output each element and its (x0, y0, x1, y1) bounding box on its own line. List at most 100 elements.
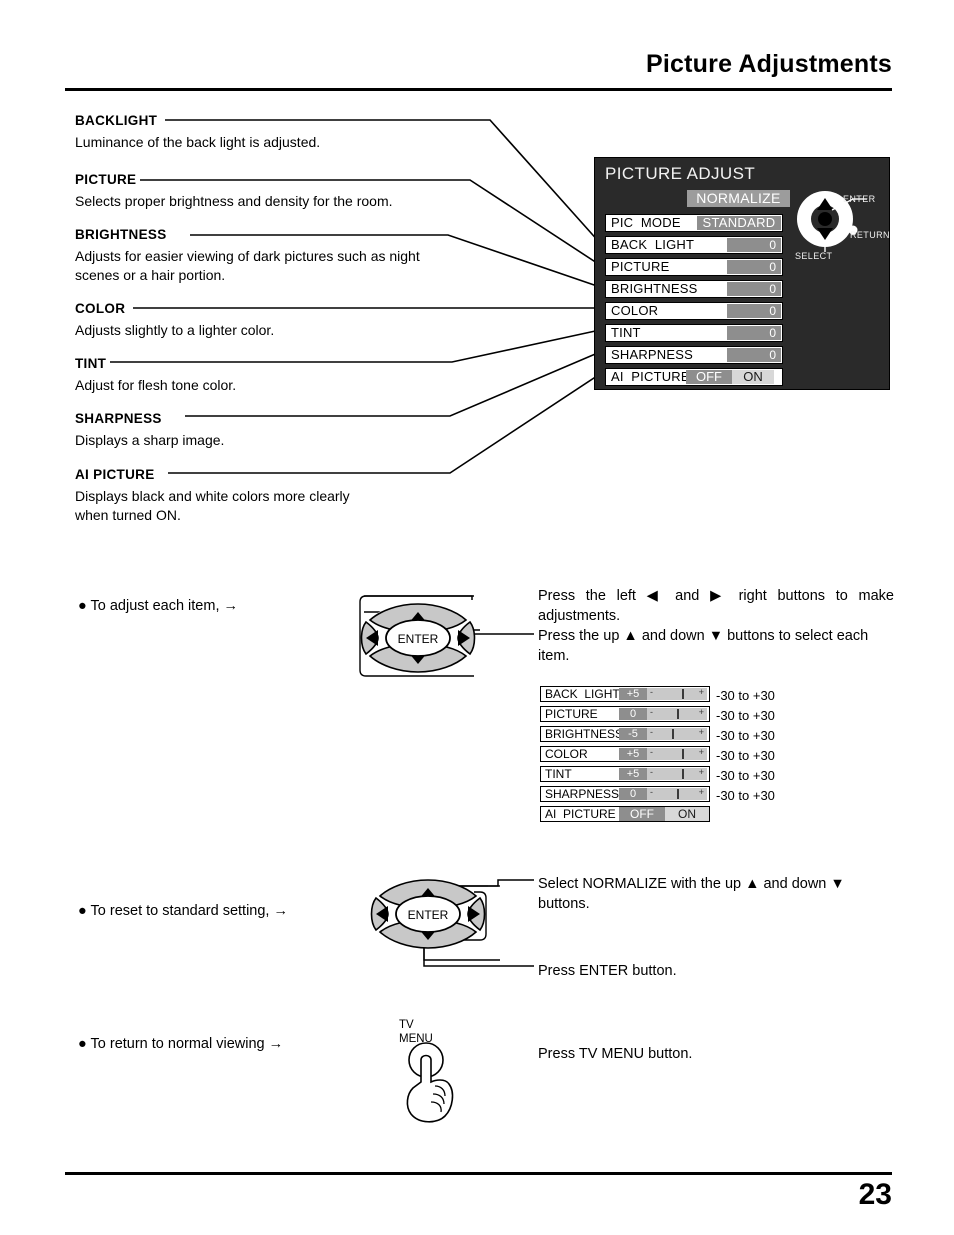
adjust-row-back-light[interactable]: BACK LIGHT +5 - + (540, 686, 710, 702)
step-bullet-reset-standard: ● To reset to standard setting, → (78, 903, 288, 919)
slider-knob[interactable] (681, 749, 684, 759)
slider-plus-icon: + (698, 707, 704, 717)
slider-minus-icon: - (650, 707, 653, 717)
adjust-range-color: -30 to +30 (716, 748, 775, 763)
manual-page: Picture Adjustments BACKLIGHT Luminance … (0, 0, 954, 1235)
osd-row-picture[interactable]: PICTURE 0 (605, 258, 783, 276)
slider-minus-icon: - (650, 747, 653, 757)
adjust-row-color[interactable]: COLOR +5 - + (540, 746, 710, 762)
adjust-row-slider[interactable]: - + (647, 707, 707, 720)
osd-row-value: 0 (727, 238, 781, 252)
slider-knob[interactable] (681, 689, 684, 699)
instruction-select-up-down: Press the up ▲ and down ▼ buttons to sel… (538, 628, 869, 664)
osd-row-value: 0 (727, 348, 781, 362)
description-ai-picture: AI PICTURE Displays black and white colo… (75, 466, 350, 525)
adjust-row-label: SHARPNESS (545, 787, 620, 801)
osd-row-label: AI PICTURE (611, 369, 690, 384)
osd-row-label: PIC MODE (611, 215, 681, 230)
adjust-range-brightness: -30 to +30 (716, 728, 775, 743)
adjust-ai-picture-off-option[interactable]: OFF (619, 807, 665, 821)
slider-knob[interactable] (672, 729, 675, 739)
slider-plus-icon: + (698, 787, 704, 797)
osd-row-tint[interactable]: TINT 0 (605, 324, 783, 342)
osd-row-value: 0 (727, 304, 781, 318)
page-title: Picture Adjustments (646, 50, 892, 78)
description-color: COLOR Adjusts slightly to a lighter colo… (75, 300, 274, 340)
adjust-row-slider[interactable]: - + (647, 687, 707, 700)
description-term: PICTURE (75, 172, 137, 187)
slider-plus-icon: + (698, 727, 704, 737)
slider-minus-icon: - (650, 687, 653, 697)
adjust-row-tint[interactable]: TINT +5 - + (540, 766, 710, 782)
instruction-select-normalize: Select NORMALIZE with the up ▲ and down … (538, 876, 845, 912)
slider-minus-icon: - (650, 767, 653, 777)
remote-enter-label: ENTER (398, 632, 439, 646)
adjust-row-slider[interactable]: - + (647, 787, 707, 800)
adjust-row-ai-picture[interactable]: AI PICTURE OFF ON (540, 806, 710, 822)
page-number: 23 (858, 1178, 892, 1211)
description-term: COLOR (75, 301, 126, 316)
osd-row-color[interactable]: COLOR 0 (605, 302, 783, 320)
adjust-row-picture[interactable]: PICTURE 0 - + (540, 706, 710, 722)
instruction-press-tv-menu: Press TV MENU button. (538, 1046, 693, 1062)
step-bullet-adjust-each-item: ● To adjust each item, → (78, 598, 239, 614)
osd-row-label: SHARPNESS (611, 347, 693, 362)
osd-row-ai-picture[interactable]: AI PICTURE OFF ON (605, 368, 783, 386)
remote-enter-label: ENTER (408, 908, 449, 922)
adjust-row-value: +5 (619, 748, 647, 760)
osd-row-brightness[interactable]: BRIGHTNESS 0 (605, 280, 783, 298)
slider-minus-icon: - (650, 727, 653, 737)
osd-row-value: 0 (727, 282, 781, 296)
osd-ai-picture-on-option[interactable]: ON (732, 370, 774, 384)
description-body: Luminance of the back light is adjusted. (75, 134, 321, 150)
adjust-row-sharpness[interactable]: SHARPNESS 0 - + (540, 786, 710, 802)
description-body: Selects proper brightness and density fo… (75, 193, 393, 209)
adjust-row-brightness[interactable]: BRIGHTNESS -5 - + (540, 726, 710, 742)
osd-row-label: BACK LIGHT (611, 237, 695, 252)
description-term: SHARPNESS (75, 411, 162, 426)
adjust-row-label: TINT (545, 767, 572, 781)
adjust-row-label: AI PICTURE (545, 807, 616, 821)
slider-plus-icon: + (698, 687, 704, 697)
slider-knob[interactable] (677, 709, 679, 719)
adjust-row-label: BRIGHTNESS (545, 727, 624, 741)
adjust-row-slider[interactable]: - + (647, 747, 707, 760)
description-term: BRIGHTNESS (75, 227, 167, 242)
osd-navpad-return-label: RETURN (850, 230, 890, 240)
description-picture: PICTURE Selects proper brightness and de… (75, 171, 393, 211)
osd-row-value: 0 (727, 326, 781, 340)
osd-row-label: PICTURE (611, 259, 670, 274)
description-term: BACKLIGHT (75, 113, 158, 128)
adjust-row-value: -5 (619, 728, 647, 740)
osd-row-sharpness[interactable]: SHARPNESS 0 (605, 346, 783, 364)
osd-normalize-button[interactable]: NORMALIZE (687, 190, 790, 207)
slider-knob[interactable] (677, 789, 679, 799)
slider-plus-icon: + (698, 767, 704, 777)
description-body: Adjust for flesh tone color. (75, 377, 237, 393)
adjust-row-slider[interactable]: - + (647, 727, 707, 740)
adjust-ai-picture-on-option[interactable]: ON (665, 807, 709, 821)
osd-row-pic-mode[interactable]: PIC MODE STANDARD (605, 214, 783, 232)
description-tint: TINT Adjust for flesh tone color. (75, 355, 236, 395)
adjust-row-slider[interactable]: - + (647, 767, 707, 780)
description-backlight: BACKLIGHT Luminance of the back light is… (75, 112, 320, 152)
header-divider (65, 88, 892, 91)
slider-knob[interactable] (681, 769, 684, 779)
adjust-range-back-light: -30 to +30 (716, 688, 775, 703)
adjust-row-value: 0 (619, 788, 647, 800)
osd-row-back-light[interactable]: BACK LIGHT 0 (605, 236, 783, 254)
osd-title: PICTURE ADJUST (605, 164, 756, 183)
description-body: Adjusts for easier viewing of dark pictu… (75, 248, 420, 283)
remote-cursor-pad-diagram-2: ENTER (370, 879, 500, 961)
adjust-row-value: +5 (619, 688, 647, 700)
osd-row-value: STANDARD (697, 216, 781, 230)
adjust-row-label: COLOR (545, 747, 588, 761)
footer-divider (65, 1172, 892, 1175)
description-brightness: BRIGHTNESS Adjusts for easier viewing of… (75, 226, 420, 285)
osd-row-label: TINT (611, 325, 641, 340)
description-body: Displays a sharp image. (75, 432, 225, 448)
tv-menu-press-hand-icon (406, 1042, 454, 1123)
osd-ai-picture-off-option[interactable]: OFF (686, 370, 732, 384)
adjust-row-value: +5 (619, 768, 647, 780)
description-body: Adjusts slightly to a lighter color. (75, 322, 275, 338)
